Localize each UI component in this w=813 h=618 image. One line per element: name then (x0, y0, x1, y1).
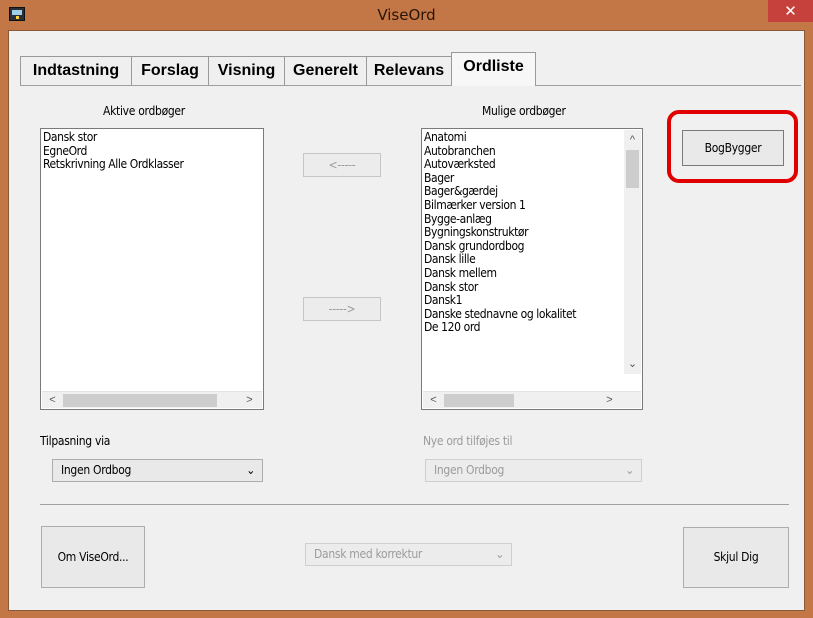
move-left-button[interactable]: <----- (303, 153, 381, 177)
viseord-window: ViseOrd ✕ Indtastning Forslag Visning Ge… (0, 0, 813, 618)
tilpasning-value: Ingen Ordbog (61, 463, 132, 477)
chevron-down-icon: ⌄ (495, 547, 504, 561)
tab-visning[interactable]: Visning (208, 56, 285, 85)
window-title: ViseOrd (377, 6, 436, 24)
tab-ordliste[interactable]: Ordliste (451, 52, 536, 86)
highlight-annotation (667, 110, 798, 183)
tab-panel-border (20, 85, 801, 86)
scroll-down-arrow-icon[interactable]: ⌄ (624, 356, 641, 373)
list-item[interactable]: Danske stednavne og lokalitet (424, 307, 622, 322)
active-dicts-listbox[interactable]: Dansk stor EgneOrd Retskrivning Alle Ord… (40, 128, 264, 410)
close-button[interactable]: ✕ (768, 0, 813, 22)
list-item[interactable]: Autobranchen (424, 144, 622, 159)
chevron-down-icon: ⌄ (625, 463, 634, 477)
list-item[interactable]: Bygge-anlæg (424, 212, 622, 227)
title-bar[interactable]: ViseOrd ✕ (0, 0, 813, 30)
scroll-right-arrow-icon[interactable]: > (601, 392, 618, 409)
list-item[interactable]: Dansk stor (424, 280, 622, 295)
list-item[interactable]: Bager&gærdej (424, 185, 622, 199)
active-dicts-items: Dansk stor EgneOrd Retskrivning Alle Ord… (43, 130, 261, 172)
list-item[interactable]: Dansk grundordbog (424, 239, 622, 254)
move-right-button[interactable]: -----> (303, 297, 381, 321)
list-item[interactable]: Autoværksted (424, 158, 622, 172)
possible-dicts-vscrollbar[interactable]: ^ ⌄ (624, 130, 641, 374)
list-item[interactable]: Dansk lille (424, 253, 622, 267)
tilpasning-select[interactable]: Ingen Ordbog ⌄ (52, 459, 263, 482)
active-dicts-label: Aktive ordbøger (103, 104, 185, 118)
possible-dicts-listbox[interactable]: Anatomi Autobranchen Autoværksted Bager … (421, 128, 643, 410)
om-viseord-button[interactable]: Om ViseOrd... (41, 526, 145, 588)
tab-relevans[interactable]: Relevans (366, 56, 452, 85)
scroll-left-arrow-icon[interactable]: < (425, 392, 442, 409)
list-item[interactable]: Retskrivning Alle Ordklasser (43, 158, 261, 172)
list-item[interactable]: Bygningskonstruktør (424, 226, 622, 240)
scroll-thumb[interactable] (63, 394, 217, 407)
list-item[interactable]: EgneOrd (43, 144, 261, 159)
scroll-thumb[interactable] (444, 394, 514, 407)
scroll-up-arrow-icon[interactable]: ^ (624, 132, 641, 149)
list-item[interactable]: Anatomi (424, 130, 622, 145)
list-item[interactable]: Dansk stor (43, 130, 261, 145)
language-select[interactable]: Dansk med korrektur ⌄ (305, 543, 512, 566)
active-dicts-hscrollbar[interactable]: < > (42, 391, 262, 408)
possible-dicts-label: Mulige ordbøger (482, 104, 566, 118)
possible-dicts-items: Anatomi Autobranchen Autoværksted Bager … (424, 130, 622, 335)
nye-ord-label: Nye ord tilføjes til (423, 434, 513, 448)
tab-indtastning[interactable]: Indtastning (20, 56, 132, 85)
list-item[interactable]: Bilmærker version 1 (424, 198, 622, 213)
skjul-dig-button[interactable]: Skjul Dig (683, 527, 789, 588)
list-item[interactable]: Dansk mellem (424, 266, 622, 281)
list-item[interactable]: De 120 ord (424, 321, 622, 335)
scroll-right-arrow-icon[interactable]: > (241, 392, 258, 409)
list-item[interactable]: Dansk1 (424, 294, 622, 308)
language-value: Dansk med korrektur (314, 547, 423, 561)
nye-ord-select[interactable]: Ingen Ordbog ⌄ (425, 459, 642, 482)
chevron-down-icon: ⌄ (246, 463, 255, 477)
tab-forslag[interactable]: Forslag (131, 56, 209, 85)
nye-ord-value: Ingen Ordbog (434, 463, 505, 477)
footer-separator (40, 504, 789, 505)
scroll-left-arrow-icon[interactable]: < (44, 392, 61, 409)
scroll-thumb[interactable] (626, 150, 639, 188)
list-item[interactable]: Bager (424, 171, 622, 186)
tilpasning-label: Tilpasning via (40, 434, 111, 448)
possible-dicts-hscrollbar[interactable]: < > (423, 391, 641, 408)
tab-generelt[interactable]: Generelt (284, 56, 367, 85)
